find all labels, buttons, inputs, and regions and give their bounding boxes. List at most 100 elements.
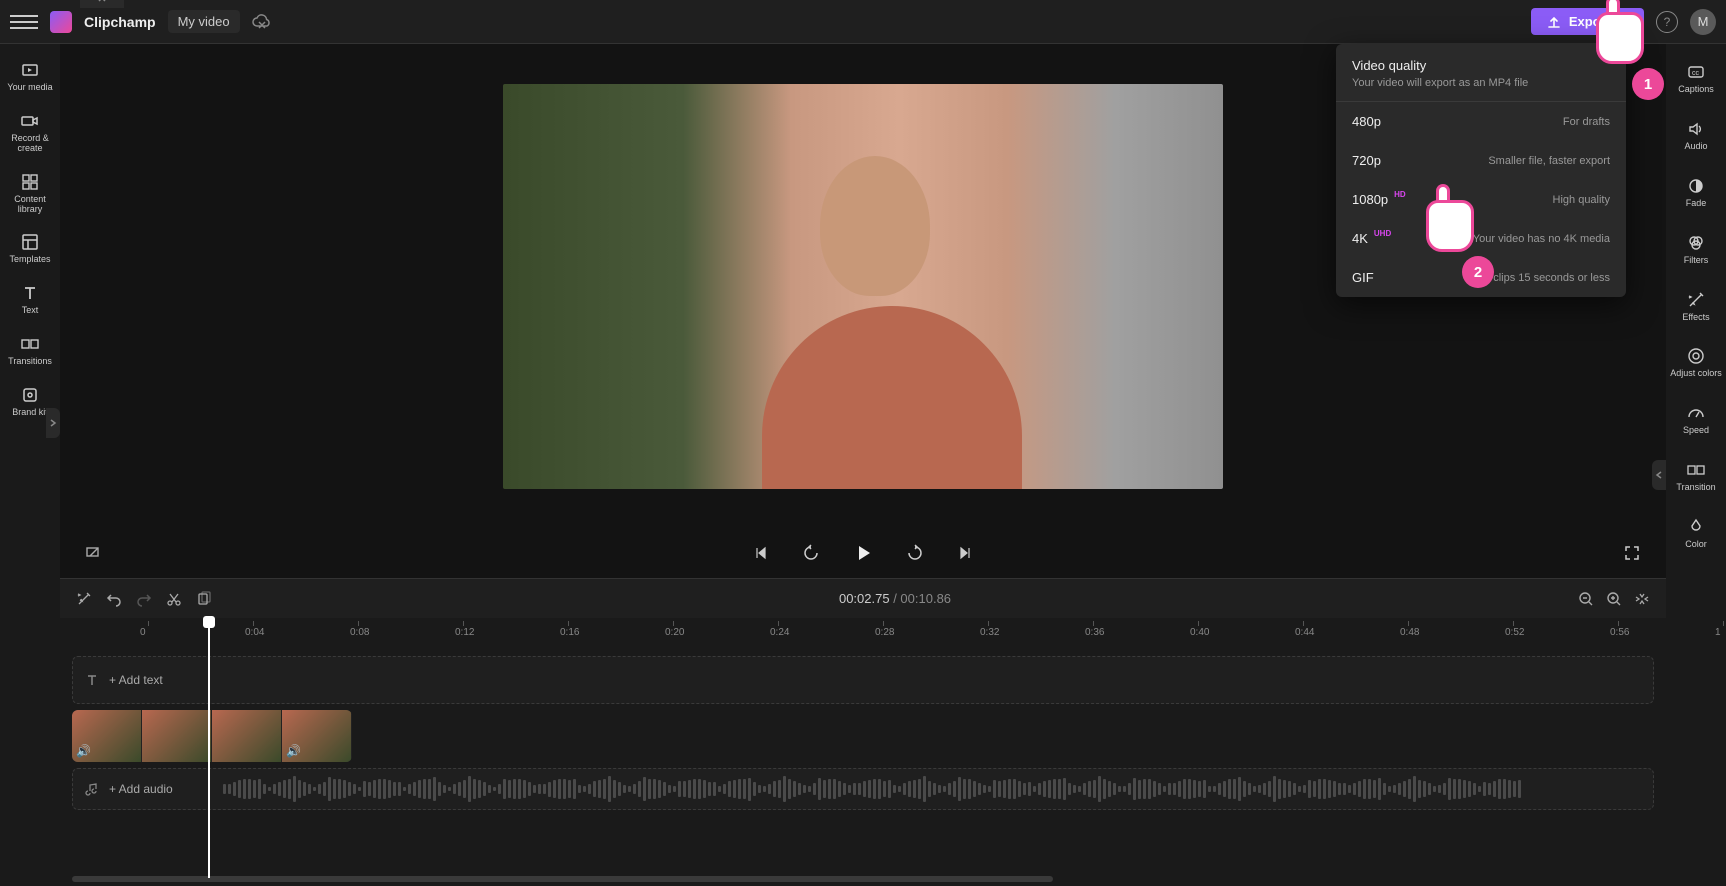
audio-track[interactable]: + Add audio [72, 768, 1654, 810]
magic-tool-icon[interactable] [76, 591, 92, 607]
ruler-tick: 0 [140, 627, 146, 638]
sidebar-item-transitions[interactable]: Transitions [2, 326, 58, 375]
clipchamp-logo-icon [50, 11, 72, 33]
library-icon [20, 172, 40, 192]
ruler-tick: 0:56 [1610, 627, 1629, 638]
undo-button[interactable] [106, 591, 122, 607]
ruler-tick: 0:12 [455, 627, 474, 638]
ruler-tick: 0:16 [560, 627, 579, 638]
right-item-effects[interactable]: Effects [1668, 280, 1724, 333]
redo-button[interactable] [136, 591, 152, 607]
text-icon [20, 283, 40, 303]
media-icon [20, 60, 40, 80]
right-item-filters[interactable]: Filters [1668, 223, 1724, 276]
text-track[interactable]: + Add text [72, 656, 1654, 704]
right-item-audio[interactable]: Audio [1668, 109, 1724, 162]
svg-text:cc: cc [1692, 70, 1700, 77]
collapse-right-panel[interactable] [1652, 460, 1666, 490]
right-item-transition[interactable]: Transition [1668, 450, 1724, 503]
mute-preview-icon[interactable] [80, 539, 108, 567]
timeline-time: 00:02.75 / 00:10.86 [226, 591, 1564, 607]
user-avatar[interactable]: M [1690, 9, 1716, 35]
export-option-4k[interactable]: 4KUHD Your video has no 4K media [1336, 219, 1626, 258]
right-item-color[interactable]: Color [1668, 507, 1724, 560]
zoom-in-button[interactable] [1606, 591, 1622, 607]
ruler-tick: 0:40 [1190, 627, 1209, 638]
sidebar-item-content-library[interactable]: Content library [2, 164, 58, 223]
topbar: Clipchamp My video Export ? M [0, 0, 1726, 44]
record-icon [20, 111, 40, 131]
ruler-tick: 0:08 [350, 627, 369, 638]
popup-subtitle: Your video will export as an MP4 file [1352, 77, 1610, 89]
ruler-tick: 0:28 [875, 627, 894, 638]
play-button[interactable] [847, 537, 879, 569]
menu-icon[interactable] [10, 8, 38, 36]
sidebar-item-record-create[interactable]: Record & create [2, 103, 58, 162]
timeline-toolbar: 00:02.75 / 00:10.86 [60, 578, 1666, 618]
export-option-480p[interactable]: 480p For drafts [1336, 102, 1626, 141]
ruler-tick: 0:36 [1085, 627, 1104, 638]
speaker-icon: 🔊 [286, 744, 301, 758]
seek-back-button[interactable] [797, 539, 825, 567]
left-rail: Your media Record & create Content libra… [0, 44, 60, 886]
zoom-out-button[interactable] [1578, 591, 1594, 607]
audio-icon [1686, 119, 1706, 139]
captions-icon: cc [1686, 62, 1706, 82]
adjust-icon [1686, 346, 1706, 366]
help-button[interactable]: ? [1656, 11, 1678, 33]
export-button[interactable]: Export [1531, 8, 1644, 35]
ruler-tick: 0:44 [1295, 627, 1314, 638]
export-option-720p[interactable]: 720p Smaller file, faster export [1336, 141, 1626, 180]
transition-icon [1686, 460, 1706, 480]
video-track[interactable]: 🔊 🔊 [72, 710, 1654, 762]
chevron-down-icon [1618, 17, 1628, 27]
ruler-tick: 0:24 [770, 627, 789, 638]
filters-icon [1686, 233, 1706, 253]
video-clip[interactable]: 🔊 🔊 [72, 710, 352, 762]
seek-start-button[interactable] [747, 539, 775, 567]
export-quality-popup: Video quality Your video will export as … [1336, 44, 1626, 297]
sidebar-item-templates[interactable]: Templates [2, 224, 58, 273]
playhead[interactable] [208, 618, 210, 878]
expand-left-panel[interactable] [46, 408, 60, 438]
timeline-scrollbar[interactable] [60, 876, 1666, 886]
speed-icon [1686, 403, 1706, 423]
right-rail: cc Captions Audio Fade Filters Effects A… [1666, 44, 1726, 886]
timeline-ruler[interactable]: 0 0:04 0:08 0:12 0:16 0:20 0:24 0:28 0:32 0:36 0:4… [60, 618, 1666, 646]
video-preview[interactable] [503, 84, 1223, 489]
ruler-tick: 0:48 [1400, 627, 1419, 638]
right-item-adjust-colors[interactable]: Adjust colors [1668, 336, 1724, 389]
ruler-tick: 0:32 [980, 627, 999, 638]
ruler-tick: 1 [1715, 627, 1721, 638]
right-item-speed[interactable]: Speed [1668, 393, 1724, 446]
fit-timeline-button[interactable] [1634, 591, 1650, 607]
export-option-gif[interactable]: GIF For clips 15 seconds or less [1336, 258, 1626, 297]
video-name-field[interactable]: My video [168, 10, 240, 33]
right-item-fade[interactable]: Fade [1668, 166, 1724, 219]
timeline-tracks: + Add text 🔊 🔊 + Add audio [60, 646, 1666, 876]
color-icon [1686, 517, 1706, 537]
export-option-1080p[interactable]: 1080pHD High quality [1336, 180, 1626, 219]
effects-icon [1686, 290, 1706, 310]
collapse-timeline[interactable] [80, 0, 124, 8]
sidebar-item-text[interactable]: Text [2, 275, 58, 324]
speaker-icon: 🔊 [76, 744, 91, 758]
seek-end-button[interactable] [951, 539, 979, 567]
ruler-tick: 0:04 [245, 627, 264, 638]
cloud-sync-icon [252, 14, 272, 30]
ruler-tick: 0:20 [665, 627, 684, 638]
export-label: Export [1569, 14, 1610, 29]
ruler-tick: 0:52 [1505, 627, 1524, 638]
right-item-captions[interactable]: cc Captions [1668, 52, 1724, 105]
upload-icon [1547, 15, 1561, 29]
music-icon [85, 782, 99, 796]
fullscreen-button[interactable] [1618, 539, 1646, 567]
copy-button[interactable] [196, 591, 212, 607]
waveform [223, 777, 1643, 801]
sidebar-item-your-media[interactable]: Your media [2, 52, 58, 101]
split-button[interactable] [166, 591, 182, 607]
app-name: Clipchamp [84, 14, 156, 30]
templates-icon [20, 232, 40, 252]
seek-forward-button[interactable] [901, 539, 929, 567]
fade-icon [1686, 176, 1706, 196]
